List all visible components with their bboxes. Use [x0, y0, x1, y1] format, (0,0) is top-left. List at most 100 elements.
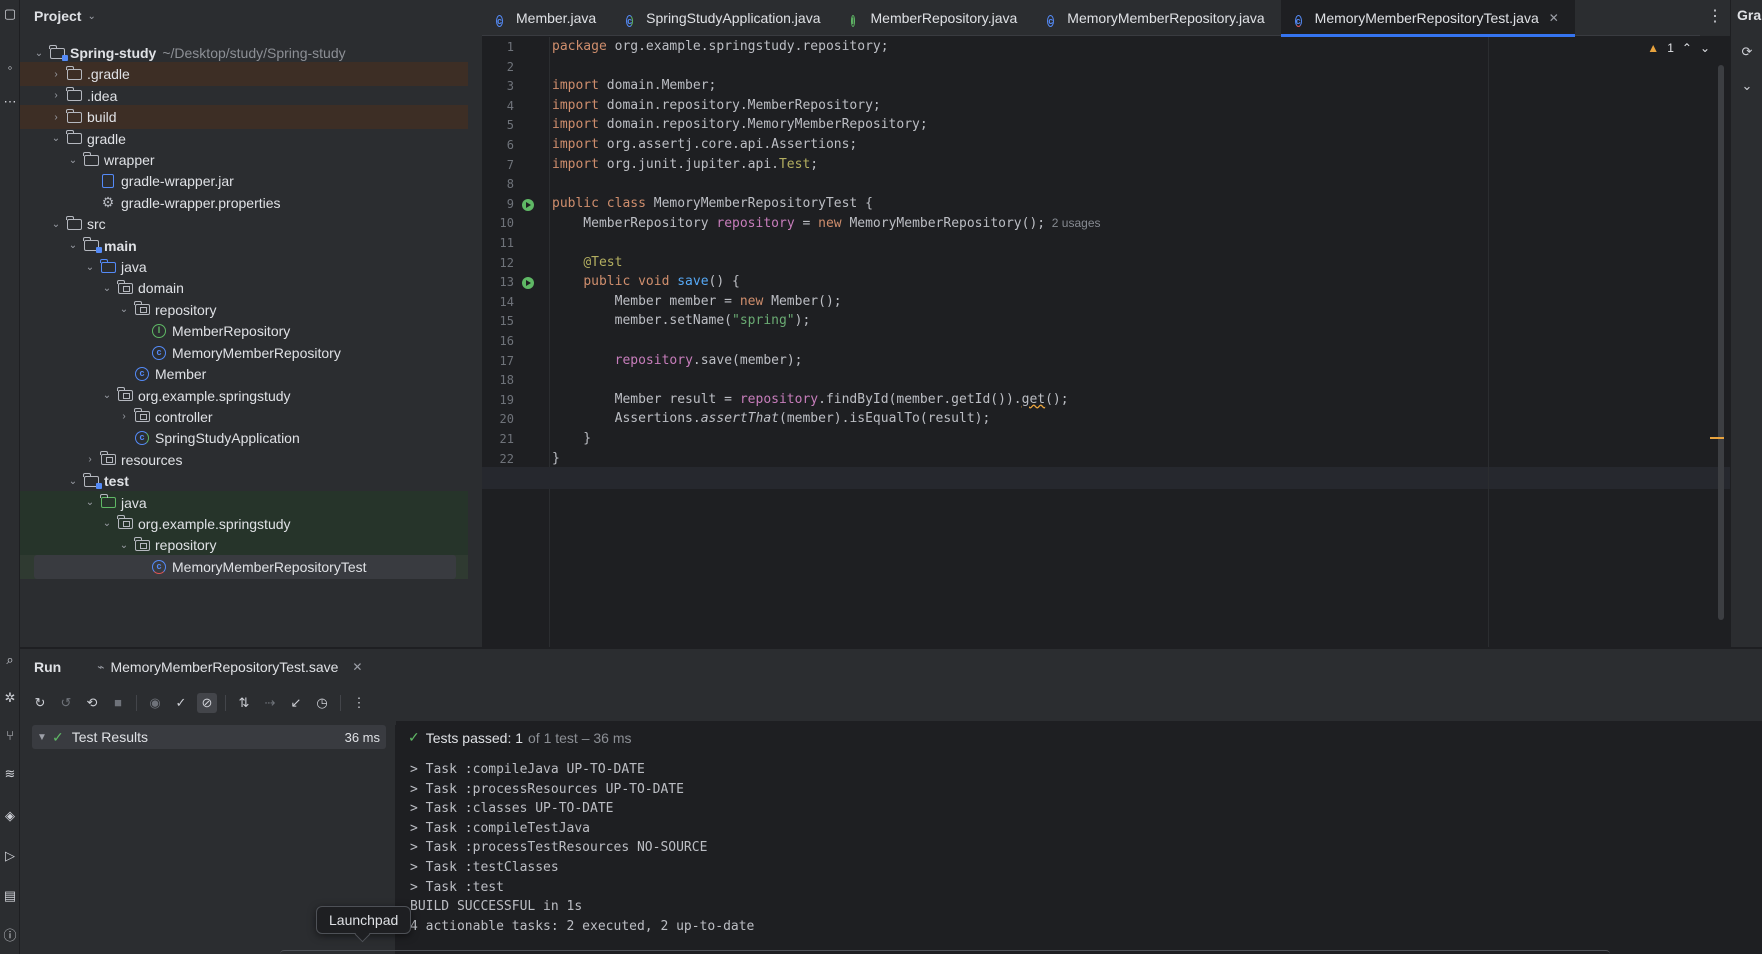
close-icon[interactable]: ✕: [352, 660, 362, 674]
code-line[interactable]: repository.save(member);: [552, 350, 803, 372]
tree-item[interactable]: › build: [20, 105, 468, 130]
sort-icon[interactable]: ⇅: [234, 693, 254, 713]
layers-icon[interactable]: ≋: [2, 766, 18, 782]
close-icon[interactable]: ✕: [1549, 11, 1559, 25]
gradle-panel-title[interactable]: Gra: [1737, 7, 1761, 23]
tree-item[interactable]: ⌄ main: [20, 234, 468, 258]
show-ignored-icon[interactable]: ◉: [145, 693, 165, 713]
code-line[interactable]: [482, 467, 1730, 490]
editor-tab[interactable]: c SpringStudyApplication.java: [612, 0, 836, 36]
tab-more-menu-icon[interactable]: ⋮: [1700, 0, 1730, 36]
chevron-right-icon[interactable]: ›: [49, 90, 63, 101]
tree-item[interactable]: c MemoryMemberRepository: [20, 341, 468, 365]
services-icon[interactable]: ◈: [2, 808, 18, 824]
chevron-down-icon[interactable]: ⌄: [83, 262, 97, 273]
test-results-row[interactable]: ▼ ✓ Test Results 36 ms: [32, 725, 386, 749]
stop-icon[interactable]: ■: [108, 693, 128, 713]
terminal-icon[interactable]: ▤: [2, 888, 18, 904]
chevron-down-icon[interactable]: ⌄: [100, 518, 114, 529]
editor-tab[interactable]: c Member.java: [482, 0, 612, 36]
tree-item[interactable]: ⌄ wrapper: [20, 148, 468, 172]
chevron-down-icon[interactable]: ⌄: [1700, 41, 1710, 55]
tree-item[interactable]: I MemberRepository: [20, 319, 468, 343]
chevron-down-icon[interactable]: ⌄: [117, 304, 131, 315]
code-line[interactable]: MemberRepository repository = new Memory…: [552, 212, 1100, 234]
chevron-down-icon[interactable]: ⌄: [83, 497, 97, 508]
tree-item[interactable]: ⚙ gradle-wrapper.properties: [20, 191, 468, 215]
show-ignored-toggle-icon[interactable]: ⊘: [197, 693, 217, 713]
tree-item[interactable]: › controller: [20, 405, 468, 429]
tree-item[interactable]: › .gradle: [20, 62, 468, 87]
debug-icon[interactable]: ✲: [2, 690, 18, 706]
editor-tab[interactable]: I MemberRepository.java: [837, 0, 1034, 36]
refresh-icon[interactable]: ⟳: [1739, 44, 1755, 60]
project-tool-icon[interactable]: ▢: [2, 6, 18, 22]
code-editor[interactable]: 1234567891011121314151617181920212223 pa…: [482, 37, 1730, 647]
chevron-right-icon[interactable]: ›: [117, 411, 131, 422]
chevron-down-icon[interactable]: ⌄: [87, 11, 95, 22]
chevron-down-icon[interactable]: ⌄: [66, 155, 80, 166]
toggle-auto-test-icon[interactable]: ⟲: [82, 693, 102, 713]
chevron-down-icon[interactable]: ⌄: [100, 283, 114, 294]
chevron-down-icon[interactable]: ⌄: [66, 476, 80, 487]
tree-item[interactable]: › resources: [20, 448, 468, 472]
chevron-down-icon[interactable]: ⌄: [117, 540, 131, 551]
tree-item[interactable]: ⌄ domain: [20, 276, 468, 300]
chevron-up-icon[interactable]: ⌃: [1682, 41, 1692, 55]
history-icon[interactable]: ◷: [312, 693, 332, 713]
git-branch-icon[interactable]: ⑂: [2, 728, 18, 744]
tree-item[interactable]: gradle-wrapper.jar: [20, 169, 468, 193]
code-token: ();: [1045, 391, 1069, 407]
project-panel-header[interactable]: Project ⌄: [20, 0, 482, 32]
editor-scrollbar[interactable]: [1718, 65, 1724, 620]
tree-item[interactable]: ⌄ repository: [20, 533, 468, 558]
chevron-right-icon[interactable]: ›: [83, 454, 97, 465]
more-options-icon[interactable]: ⋮: [349, 693, 369, 713]
inspection-widget[interactable]: ▲ 1 ⌃ ⌄: [1647, 41, 1710, 55]
run-configuration-tab[interactable]: ⌁ MemoryMemberRepositoryTest.save ✕: [89, 649, 370, 685]
chevron-down-icon[interactable]: ⌄: [100, 390, 114, 401]
rerun-icon[interactable]: ↻: [30, 693, 50, 713]
run-test-icon[interactable]: [522, 198, 534, 211]
code-line[interactable]: member.setName("spring");: [552, 310, 811, 332]
chevron-down-icon[interactable]: ⌄: [49, 219, 63, 230]
tree-item[interactable]: c Member: [20, 362, 468, 386]
code-line[interactable]: Assertions.assertThat(member).isEqualTo(…: [552, 408, 991, 430]
problems-icon[interactable]: ⓘ: [2, 928, 18, 944]
console-output[interactable]: ✓ Tests passed: 1 of 1 test – 36 ms > Ta…: [396, 721, 1762, 954]
tree-item[interactable]: ⌄ gradle: [20, 127, 468, 151]
editor-tab[interactable]: c MemoryMemberRepositoryTest.java ✕: [1280, 0, 1575, 37]
tree-item[interactable]: ⌄ java: [20, 255, 468, 279]
chevron-down-icon[interactable]: ⌄: [32, 48, 46, 59]
tree-item[interactable]: ⌄ src: [20, 212, 468, 236]
tree-item[interactable]: ⌄ org.example.springstudy: [20, 511, 468, 536]
tree-item[interactable]: ⌄ java: [20, 490, 468, 515]
rerun-failed-icon[interactable]: ↺: [56, 693, 76, 713]
warning-stripe-marker[interactable]: [1710, 437, 1724, 439]
chevron-right-icon[interactable]: ›: [49, 112, 63, 123]
editor-tab[interactable]: c MemoryMemberRepository.java: [1033, 0, 1280, 36]
run-test-icon[interactable]: [522, 277, 534, 290]
commit-tool-icon[interactable]: ◦: [2, 60, 18, 76]
search-icon[interactable]: ⌕: [2, 652, 18, 668]
more-tools-icon[interactable]: ⋯: [2, 94, 18, 110]
tree-item[interactable]: ⌄ Spring-study ~/Desktop/study/Spring-stud…: [20, 41, 468, 65]
export-icon[interactable]: ↙: [286, 693, 306, 713]
tree-item[interactable]: ⌄ org.example.springstudy: [20, 384, 468, 408]
chevron-down-icon[interactable]: ⌄: [49, 133, 63, 144]
code-line[interactable]: import org.junit.jupiter.api.Test;: [552, 154, 818, 176]
tree-item[interactable]: c MemoryMemberRepositoryTest: [20, 554, 468, 579]
import-tests-icon[interactable]: ⇢: [260, 693, 280, 713]
tree-item[interactable]: › .idea: [20, 84, 468, 108]
code-line[interactable]: package org.example.springstudy.reposito…: [552, 37, 889, 58]
tree-item[interactable]: ⌄ test: [20, 469, 468, 493]
chevron-down-icon[interactable]: ⌄: [66, 240, 80, 251]
tree-item[interactable]: ⌄ repository: [20, 298, 468, 322]
chevron-down-icon[interactable]: ⌄: [1739, 78, 1755, 94]
show-passed-icon[interactable]: ✓: [171, 693, 191, 713]
run-tool-icon[interactable]: ▷: [2, 848, 18, 864]
tree-item-label: test: [104, 473, 129, 490]
tree-item[interactable]: c SpringStudyApplication: [20, 426, 468, 450]
chevron-right-icon[interactable]: ›: [49, 69, 63, 80]
chevron-down-icon[interactable]: ▼: [32, 732, 52, 743]
